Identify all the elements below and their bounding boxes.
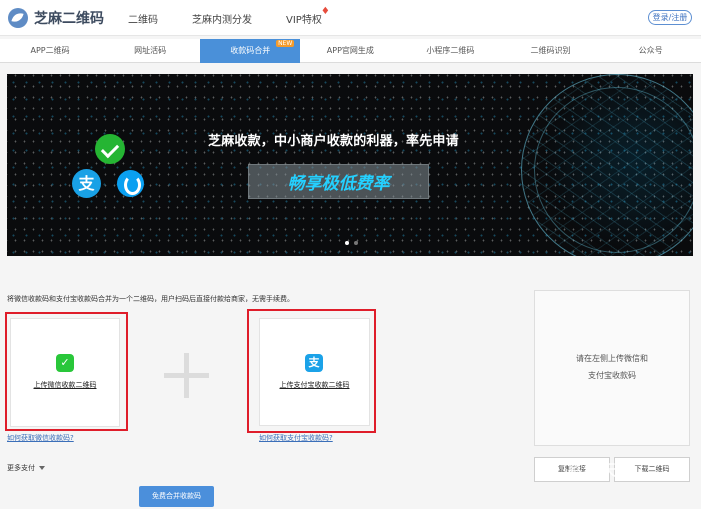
nav-vip[interactable]: VIP特权 ♦ (286, 6, 330, 26)
alipay-upload-label[interactable]: 上传支付宝收款二维码 (260, 380, 369, 390)
preview-line-1: 请在左侧上传微信和 (576, 354, 648, 363)
feature-tabs: APP二维码 网址活码 收款码合并 NEW APP官网生成 小程序二维码 二维码… (0, 39, 701, 63)
merge-description: 将微信收款码和支付宝收款码合并为一个二维码，用户扫码后直接付款给商家，无需手续费… (7, 295, 294, 303)
chevron-down-icon (39, 466, 45, 470)
carousel-dots (345, 241, 358, 245)
tab-official-account[interactable]: 公众号 (601, 39, 701, 63)
tab-app-website[interactable]: APP官网生成 (300, 39, 400, 63)
tab-payment-code-merge[interactable]: 收款码合并 NEW (200, 39, 301, 63)
more-payment-label: 更多支付 (7, 464, 35, 472)
wechat-check-icon (95, 134, 125, 164)
leaf-logo-icon (8, 8, 28, 28)
preview-placeholder: 请在左侧上传微信和 支付宝收款码 (535, 350, 689, 384)
alipay-icon: 支 (305, 354, 323, 372)
tab-app-qrcode[interactable]: APP二维码 (0, 39, 100, 63)
wechat-upload-label[interactable]: 上传微信收款二维码 (11, 380, 119, 390)
preview-line-2: 支付宝收款码 (588, 371, 636, 380)
merged-qrcode-preview: 请在左侧上传微信和 支付宝收款码 (534, 290, 690, 446)
promo-banner[interactable]: 支 芝麻收款，中小商户收款的利器，率先申请 畅享极低费率 (7, 74, 693, 256)
tab-qrcode-recognition[interactable]: 二维码识别 (500, 39, 600, 63)
more-payment-dropdown[interactable]: 更多支付 (7, 463, 45, 473)
top-header: 芝麻二维码 二维码 芝麻内测分发 VIP特权 ♦ 登录/注册 (0, 0, 701, 36)
low-fee-highlight: 畅享极低费率 (248, 164, 429, 199)
banner-title: 芝麻收款，中小商户收款的利器，率先申请 (208, 134, 459, 149)
alipay-icon: 支 (72, 169, 101, 198)
wechat-upload-card[interactable]: ✓ 上传微信收款二维码 (10, 318, 120, 427)
payment-app-icon (117, 170, 144, 197)
tab-payment-code-merge-label: 收款码合并 (230, 46, 271, 55)
watermark: 系统天地 (566, 461, 635, 479)
tab-url-dynamic-code[interactable]: 网址活码 (100, 39, 200, 63)
tab-mini-program-qrcode[interactable]: 小程序二维码 (400, 39, 500, 63)
merge-payment-code-button[interactable]: 免费合并收款码 (139, 486, 214, 507)
plus-icon (164, 353, 209, 398)
top-navigation: 二维码 芝麻内测分发 VIP特权 ♦ (128, 6, 330, 26)
logo[interactable]: 芝麻二维码 (8, 8, 104, 28)
alipay-help-link[interactable]: 如何获取支付宝收款码? (259, 433, 333, 443)
wechat-help-link[interactable]: 如何获取微信收款码? (7, 433, 74, 443)
logo-text: 芝麻二维码 (34, 11, 104, 27)
alipay-upload-card[interactable]: 支 上传支付宝收款二维码 (259, 318, 370, 426)
nav-qrcode[interactable]: 二维码 (128, 11, 158, 26)
nav-zhima-distribution[interactable]: 芝麻内测分发 (192, 11, 252, 26)
new-badge: NEW (276, 40, 295, 47)
carousel-dot[interactable] (354, 241, 358, 245)
carousel-dot-active[interactable] (345, 241, 349, 245)
nav-vip-label: VIP特权 (286, 15, 322, 26)
login-register-button[interactable]: 登录/注册 (648, 10, 692, 25)
flame-icon: ♦ (320, 6, 330, 17)
wechat-icon: ✓ (56, 354, 74, 372)
